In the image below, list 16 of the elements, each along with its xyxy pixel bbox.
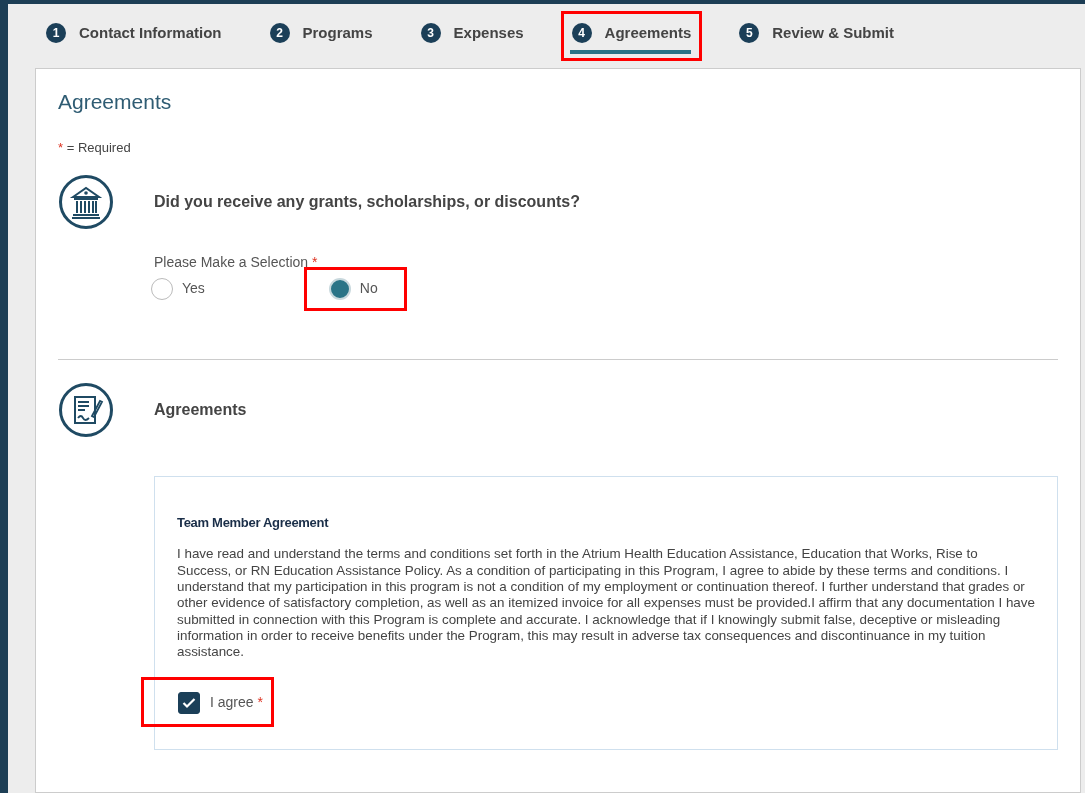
section-title: Agreements <box>154 400 247 420</box>
section-title: Did you receive any grants, scholarships, or discounts? <box>154 192 580 212</box>
bank-icon <box>58 173 114 230</box>
check-icon <box>182 696 196 709</box>
page-title: Agreements <box>58 89 173 115</box>
agree-checkbox[interactable]: I agree * <box>141 676 274 727</box>
step-tab[interactable]: 4 Agreements <box>560 10 703 62</box>
required-note: * = Required <box>58 140 131 156</box>
step-tab[interactable]: 2 Programs <box>258 10 384 62</box>
radio-option[interactable]: No <box>303 266 407 311</box>
signed-document-icon <box>58 381 114 438</box>
step-tab[interactable]: 3 Expenses <box>409 10 535 62</box>
step-tab[interactable]: 1 Contact Information <box>35 10 233 62</box>
agreement-text: I have read and understand the terms and conditions set forth in the Atrium Health Education Assistance, Education that Works, Rise to Success, or RN Education Assistance Policy. As a condition of participating in this Program, I agree to abide by these terms and conditions. I understand that my participation in this program is not a condition of my employment or continuation thereof. I further understand that grades or other evidence of satisfactory completion, as well as an itemized invoice for all expenses must be provided.I affirm that any documentation I have submitted in connection with this Program is complete and accurate. I acknowledge that if I knowingly submit false, deceptive or misleading information in order to receive benefits under the Program, this may result in adverse tax consequences and discontinuance in my tuition assistance. <box>177 546 1035 661</box>
step-tab[interactable]: 5 Review & Submit <box>728 10 905 62</box>
agreement-title: Team Member Agreement <box>177 513 330 532</box>
